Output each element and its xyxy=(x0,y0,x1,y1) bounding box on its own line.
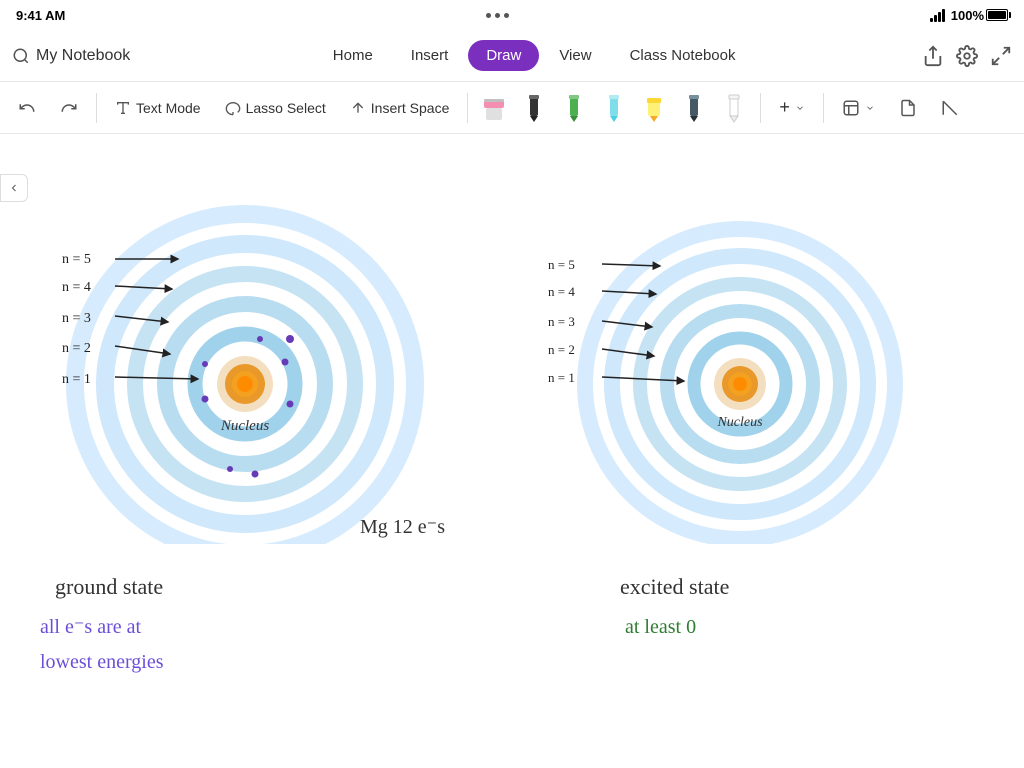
search-area[interactable]: My Notebook xyxy=(12,47,130,65)
content-area: Nucleus n = 5 n = 4 n = 3 n = 2 n = 1 xyxy=(0,134,1024,768)
nav-actions xyxy=(922,45,1012,67)
divider-3 xyxy=(760,93,761,123)
chevron-left-icon xyxy=(8,182,20,194)
svg-text:n = 3: n = 3 xyxy=(548,314,575,329)
insert-space-button[interactable]: Insert Space xyxy=(340,94,460,122)
text-icon xyxy=(115,100,131,116)
status-bar: 9:41 AM 100% xyxy=(0,0,1024,30)
tab-classnotebook[interactable]: Class Notebook xyxy=(612,40,754,71)
left-atom-caption-electrons: all e⁻s are at xyxy=(40,614,141,639)
svg-text:n = 5: n = 5 xyxy=(62,252,91,267)
insert-space-icon xyxy=(350,100,366,116)
more-options-button[interactable] xyxy=(889,93,927,123)
lasso-select-button[interactable]: Lasso Select xyxy=(215,94,336,122)
text-mode-button[interactable]: Text Mode xyxy=(105,94,211,122)
ruler-icon xyxy=(941,99,959,117)
left-atom-caption-groundstate: ground state xyxy=(55,574,163,600)
yellow-highlighter[interactable] xyxy=(636,90,672,126)
share-icon[interactable] xyxy=(922,45,944,67)
redo-icon xyxy=(60,99,78,117)
white-pen[interactable] xyxy=(716,90,752,126)
left-atom-caption-energies: lowest energies xyxy=(40,651,164,674)
right-atom-diagram: Nucleus n = 5 n = 4 n = 3 n = 2 n = 1 xyxy=(520,164,950,544)
add-icon: + xyxy=(779,97,790,118)
ruler-button[interactable] xyxy=(931,93,969,123)
green-pen[interactable] xyxy=(556,90,592,126)
black-pen[interactable] xyxy=(516,90,552,126)
divider-4 xyxy=(823,93,824,123)
nav-bar: My Notebook Home Insert Draw View Class … xyxy=(0,30,1024,82)
svg-text:n = 1: n = 1 xyxy=(62,372,91,387)
search-icon xyxy=(12,47,30,65)
status-center xyxy=(486,13,509,18)
chevron-down-icon-2 xyxy=(865,103,875,113)
undo-button[interactable] xyxy=(8,93,46,123)
tab-insert[interactable]: Insert xyxy=(393,40,467,71)
divider-2 xyxy=(467,93,468,123)
svg-text:Nucleus: Nucleus xyxy=(716,415,763,430)
tab-home[interactable]: Home xyxy=(315,40,391,71)
lightblue-pen[interactable] xyxy=(596,90,632,126)
right-atom-caption-excitedstate: excited state xyxy=(620,574,729,600)
battery-icon xyxy=(986,9,1008,21)
notebook-title: My Notebook xyxy=(36,47,130,65)
signal-icon xyxy=(930,9,945,22)
note-icon xyxy=(899,99,917,117)
toolbar: Text Mode Lasso Select Insert Space xyxy=(0,82,1024,134)
divider-1 xyxy=(96,93,97,123)
tab-draw[interactable]: Draw xyxy=(468,40,539,71)
svg-text:Nucleus: Nucleus xyxy=(220,418,269,434)
svg-text:n = 2: n = 2 xyxy=(62,341,91,356)
redo-button[interactable] xyxy=(50,93,88,123)
settings-icon[interactable] xyxy=(956,45,978,67)
svg-text:n = 1: n = 1 xyxy=(548,370,575,385)
sidebar-toggle[interactable] xyxy=(0,174,28,202)
svg-text:n = 4: n = 4 xyxy=(62,280,91,295)
left-atom-caption-mg: Mg 12 e⁻s xyxy=(360,514,445,539)
battery-indicator: 100% xyxy=(951,8,1008,23)
chevron-down-icon xyxy=(795,103,805,113)
dark-pen[interactable] xyxy=(676,90,712,126)
svg-text:n = 3: n = 3 xyxy=(62,311,91,326)
left-atom-diagram: Nucleus n = 5 n = 4 n = 3 n = 2 n = 1 xyxy=(30,164,460,544)
svg-text:n = 5: n = 5 xyxy=(548,257,575,272)
fullscreen-icon[interactable] xyxy=(990,45,1012,67)
add-button[interactable]: + xyxy=(769,91,815,124)
tab-view[interactable]: View xyxy=(541,40,609,71)
lasso-select-label: Lasso Select xyxy=(246,100,326,116)
nav-tabs: Home Insert Draw View Class Notebook xyxy=(154,40,914,71)
insert-space-label: Insert Space xyxy=(371,100,450,116)
svg-text:n = 4: n = 4 xyxy=(548,284,575,299)
undo-icon xyxy=(18,99,36,117)
text-mode-label: Text Mode xyxy=(136,100,201,116)
status-right: 100% xyxy=(930,8,1008,23)
time: 9:41 AM xyxy=(16,8,65,23)
lasso-icon xyxy=(225,100,241,116)
sticker-button[interactable] xyxy=(832,93,885,123)
eraser-tool[interactable] xyxy=(476,90,512,126)
svg-text:n = 2: n = 2 xyxy=(548,342,575,357)
sticker-icon xyxy=(842,99,860,117)
right-atom-caption-atleast: at least 0 xyxy=(625,616,696,639)
